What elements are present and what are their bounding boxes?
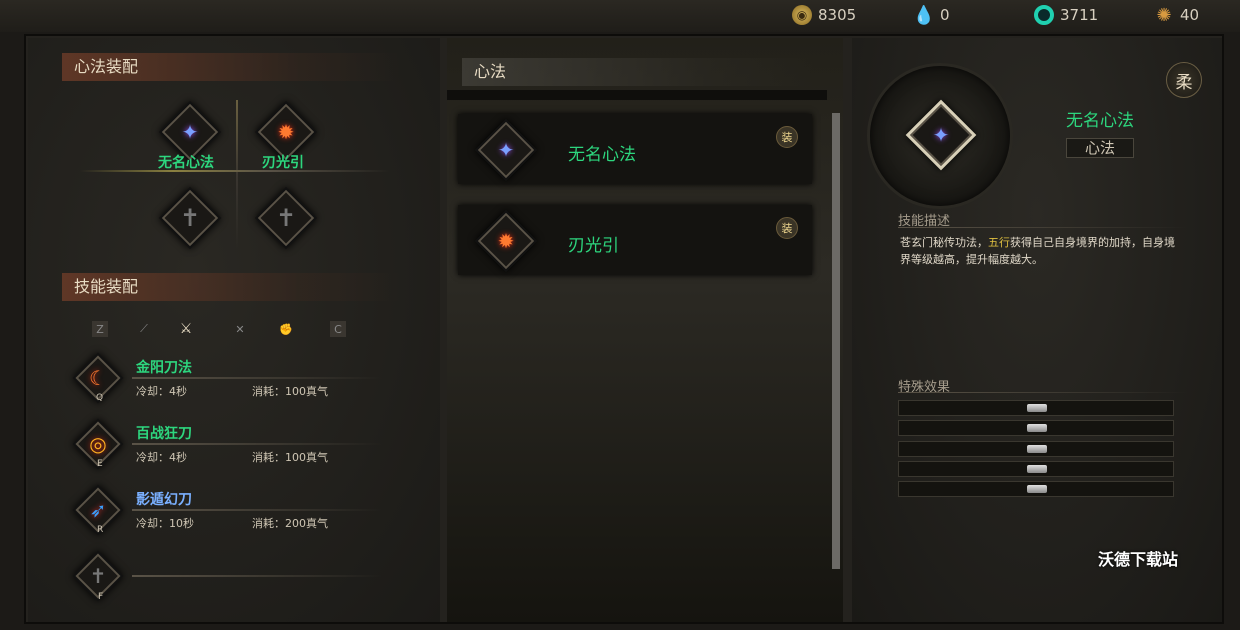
mind-slot-1-label: 无名心法	[158, 155, 214, 171]
skill-f-key: F	[98, 592, 104, 602]
skill-e-name: 百战狂刀	[136, 426, 192, 442]
red-flame-icon: ✹	[474, 209, 538, 273]
mind-item-1-name: 无名心法	[568, 145, 636, 165]
medal-value: 40	[1180, 6, 1200, 24]
coin-icon: ◉	[792, 5, 812, 25]
tab-next-key[interactable]: C	[330, 321, 346, 337]
mind-item-1[interactable]: ✦ 无名心法 装	[458, 114, 812, 184]
tab-swords-icon[interactable]: ✕	[232, 321, 248, 337]
slot-divider-v	[236, 100, 238, 250]
skill-q-key: Q	[96, 393, 104, 403]
gear-medal-icon: ✺	[1156, 4, 1172, 26]
list-header-bar	[447, 90, 827, 100]
mind-item-2-name: 刃光引	[568, 236, 619, 256]
skill-f-line	[132, 575, 382, 577]
skill-e-line	[132, 443, 382, 445]
jade-resource: 3711	[1034, 4, 1098, 26]
skill-r-line	[132, 509, 382, 511]
skill-r-name: 影遁幻刀	[136, 492, 192, 508]
skill-e-cost: 消耗：100真气	[252, 451, 328, 464]
jade-ring-icon	[1034, 5, 1054, 25]
tab-fist-icon[interactable]: ✊	[278, 321, 294, 337]
skill-q-name: 金阳刀法	[136, 360, 192, 376]
list-scrollbar[interactable]	[832, 113, 840, 569]
effects-line	[898, 392, 1188, 393]
tab-blade-icon[interactable]: ⚔	[178, 321, 194, 337]
watermark: 沃德下载站	[1098, 550, 1179, 569]
desc-text: 苍玄门秘传功法，五行获得自己自身境界的加持，自身境界等级越高，提升幅度越大。	[900, 236, 1175, 266]
skill-equip-title: 技能装配	[62, 273, 400, 301]
tab-prev-key[interactable]: Z	[92, 321, 108, 337]
medal-resource: ✺ 40	[1154, 4, 1199, 26]
blue-flame-icon: ✦	[181, 120, 199, 144]
desc-highlight: 五行	[988, 236, 1010, 249]
skill-e-cooldown: 冷却：4秒	[136, 451, 187, 464]
desc-line	[898, 227, 1188, 228]
mind-equip-title: 心法装配	[62, 53, 400, 81]
water-drop-icon: 💧	[912, 4, 936, 26]
coin-resource: ◉ 8305	[792, 4, 856, 26]
equip-badge[interactable]: 装	[776, 126, 798, 148]
effect-row	[898, 420, 1174, 436]
mind-slot-2-label: 刃光引	[262, 155, 304, 171]
cross-icon: ✝	[179, 204, 201, 232]
water-value: 0	[940, 6, 950, 24]
skill-r-cooldown: 冷却：10秒	[136, 517, 194, 530]
skill-r-cost: 消耗：200真气	[252, 517, 328, 530]
skill-r-key: R	[97, 525, 104, 535]
detail-type: 心法	[1066, 138, 1134, 158]
coin-value: 8305	[818, 6, 857, 24]
blue-flame-icon: ✦	[474, 118, 538, 182]
effect-row	[898, 461, 1174, 477]
effect-row	[898, 481, 1174, 497]
slot-divider-h	[80, 170, 390, 172]
effect-row	[898, 441, 1174, 457]
mind-list-title: 心法	[462, 58, 814, 86]
tab-spear-icon[interactable]: ⟋	[136, 321, 152, 337]
cross-icon: ✝	[89, 564, 107, 588]
skill-q-cooldown: 冷却：4秒	[136, 385, 187, 398]
effect-row	[898, 400, 1174, 416]
mind-item-2[interactable]: ✹ 刃光引 装	[458, 205, 812, 275]
jade-value: 3711	[1060, 6, 1099, 24]
soft-badge: 柔	[1166, 62, 1202, 98]
red-flame-icon: ✹	[277, 120, 295, 144]
equip-badge[interactable]: 装	[776, 217, 798, 239]
detail-name: 无名心法	[1066, 111, 1134, 131]
skill-q-line	[132, 377, 382, 379]
water-resource: 💧 0	[912, 4, 950, 26]
cross-icon: ✝	[275, 204, 297, 232]
skill-e-key: E	[97, 459, 103, 469]
skill-q-cost: 消耗：100真气	[252, 385, 328, 398]
